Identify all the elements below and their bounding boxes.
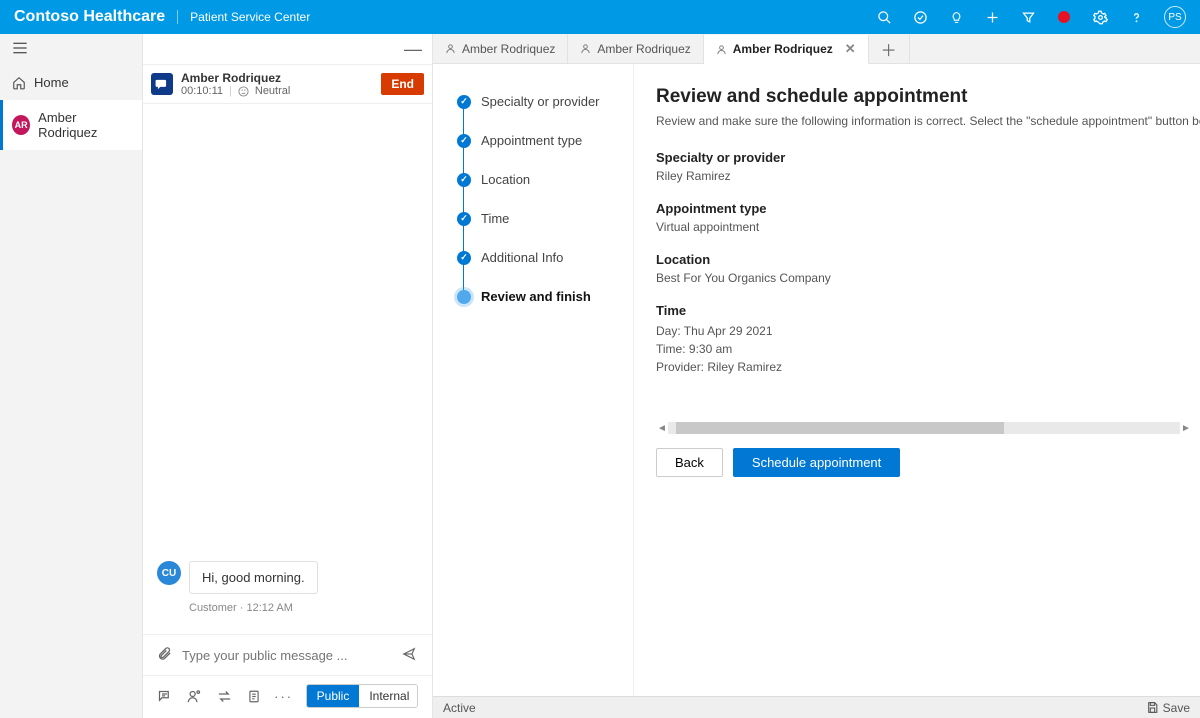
toggle-public[interactable]: Public (307, 685, 360, 707)
nav-home-label: Home (34, 75, 69, 90)
chat-panel: — Amber Rodriquez 00:10:11 | Neutral End… (143, 34, 433, 718)
compose-tools: ··· Public Internal (143, 675, 432, 718)
time-time: Time: 9:30 am (656, 340, 1200, 358)
horizontal-scrollbar[interactable]: ◄ ► (656, 422, 1192, 434)
brand-title: Contoso Healthcare (14, 8, 165, 26)
step-time[interactable]: Time (457, 199, 623, 238)
tab-close-icon[interactable]: ✕ (845, 41, 856, 57)
step-specialty[interactable]: Specialty or provider (457, 82, 623, 121)
attach-icon[interactable] (157, 645, 172, 665)
review-title: Review and schedule appointment (656, 86, 1200, 108)
nav-patient[interactable]: AR Amber Rodriquez (0, 100, 142, 150)
step-label: Time (481, 211, 509, 226)
location-label: Location (656, 252, 1200, 267)
step-label: Review and finish (481, 289, 591, 304)
search-icon[interactable] (876, 9, 892, 25)
message-text: Hi, good morning. (189, 561, 318, 594)
tab-label: Amber Rodriquez (733, 42, 833, 56)
person-icon (580, 42, 591, 55)
review-pane: Review and schedule appointment Review a… (633, 64, 1200, 696)
home-icon (12, 76, 26, 90)
customer-avatar: CU (157, 561, 181, 585)
chat-body: CU Hi, good morning. Customer · 12:12 AM (143, 104, 432, 634)
nav-patient-label: Amber Rodriquez (38, 110, 130, 140)
tab-patient-1[interactable]: Amber Rodriquez (433, 34, 568, 63)
time-provider: Provider: Riley Ramirez (656, 358, 1200, 376)
chat-session-header[interactable]: Amber Rodriquez 00:10:11 | Neutral End (143, 64, 432, 104)
time-day: Day: Thu Apr 29 2021 (656, 322, 1200, 340)
step-review[interactable]: Review and finish (457, 277, 623, 316)
save-icon (1146, 701, 1159, 714)
toggle-internal[interactable]: Internal (359, 685, 418, 707)
chat-message: CU Hi, good morning. (157, 561, 418, 594)
appt-type-label: Appointment type (656, 201, 1200, 216)
hamburger-icon[interactable] (0, 34, 142, 65)
end-button[interactable]: End (381, 73, 424, 95)
record-indicator[interactable] (1056, 9, 1072, 25)
left-nav: Home AR Amber Rodriquez (0, 34, 143, 718)
stepper: Specialty or provider Appointment type L… (433, 64, 633, 696)
minimize-icon[interactable]: — (404, 39, 422, 60)
help-icon[interactable] (1128, 9, 1144, 25)
appt-type-value: Virtual appointment (656, 220, 1200, 234)
notes-icon[interactable] (246, 688, 262, 704)
settings-icon[interactable] (1092, 9, 1108, 25)
step-label: Specialty or provider (481, 94, 600, 109)
sentiment-label: Neutral (255, 85, 290, 97)
step-label: Additional Info (481, 250, 563, 265)
top-bar: Contoso Healthcare Patient Service Cente… (0, 0, 1200, 34)
person-icon (445, 42, 456, 55)
tab-label: Amber Rodriquez (597, 42, 690, 56)
tab-label: Amber Rodriquez (462, 42, 555, 56)
scroll-left-icon[interactable]: ◄ (656, 423, 668, 434)
compose-bar (143, 634, 432, 675)
step-additional[interactable]: Additional Info (457, 238, 623, 277)
compose-input[interactable] (182, 648, 390, 663)
back-button[interactable]: Back (656, 448, 723, 477)
review-subtitle: Review and make sure the following infor… (656, 114, 1200, 128)
user-avatar[interactable]: PS (1164, 6, 1186, 28)
person-icon (716, 43, 727, 56)
patient-avatar-badge: AR (12, 115, 30, 135)
status-state: Active (443, 701, 476, 715)
tab-patient-2[interactable]: Amber Rodriquez (568, 34, 703, 63)
step-location[interactable]: Location (457, 160, 623, 199)
save-label: Save (1163, 701, 1190, 715)
visibility-toggle: Public Internal (306, 684, 418, 708)
lightbulb-icon[interactable] (948, 9, 964, 25)
step-appt-type[interactable]: Appointment type (457, 121, 623, 160)
task-check-icon[interactable] (912, 9, 928, 25)
filter-icon[interactable] (1020, 9, 1036, 25)
schedule-button[interactable]: Schedule appointment (733, 448, 900, 477)
tab-add[interactable]: ＋ (869, 34, 910, 63)
specialty-label: Specialty or provider (656, 150, 1200, 165)
transfer-icon[interactable] (216, 688, 232, 704)
scroll-right-icon[interactable]: ► (1180, 423, 1192, 434)
nav-home[interactable]: Home (0, 65, 142, 100)
brand-subtitle: Patient Service Center (177, 10, 310, 24)
session-timer: 00:10:11 (181, 85, 223, 97)
message-meta: Customer · 12:12 AM (189, 602, 418, 614)
session-name: Amber Rodriquez (181, 71, 373, 85)
main-column: Amber Rodriquez Amber Rodriquez Amber Ro… (433, 34, 1200, 718)
location-value: Best For You Organics Company (656, 271, 1200, 285)
status-bar: Active Save (433, 696, 1200, 718)
consult-icon[interactable] (187, 688, 203, 704)
tab-strip: Amber Rodriquez Amber Rodriquez Amber Ro… (433, 34, 1200, 64)
quick-reply-icon[interactable] (157, 688, 173, 704)
tab-patient-3[interactable]: Amber Rodriquez ✕ (704, 35, 869, 64)
specialty-value: Riley Ramirez (656, 169, 1200, 183)
chat-channel-icon (151, 73, 173, 95)
more-icon[interactable]: ··· (276, 688, 292, 704)
time-label: Time (656, 303, 1200, 318)
step-label: Location (481, 172, 530, 187)
save-button[interactable]: Save (1146, 701, 1190, 715)
add-icon[interactable] (984, 9, 1000, 25)
send-icon[interactable] (400, 647, 418, 664)
sentiment-icon (238, 86, 249, 97)
step-label: Appointment type (481, 133, 582, 148)
